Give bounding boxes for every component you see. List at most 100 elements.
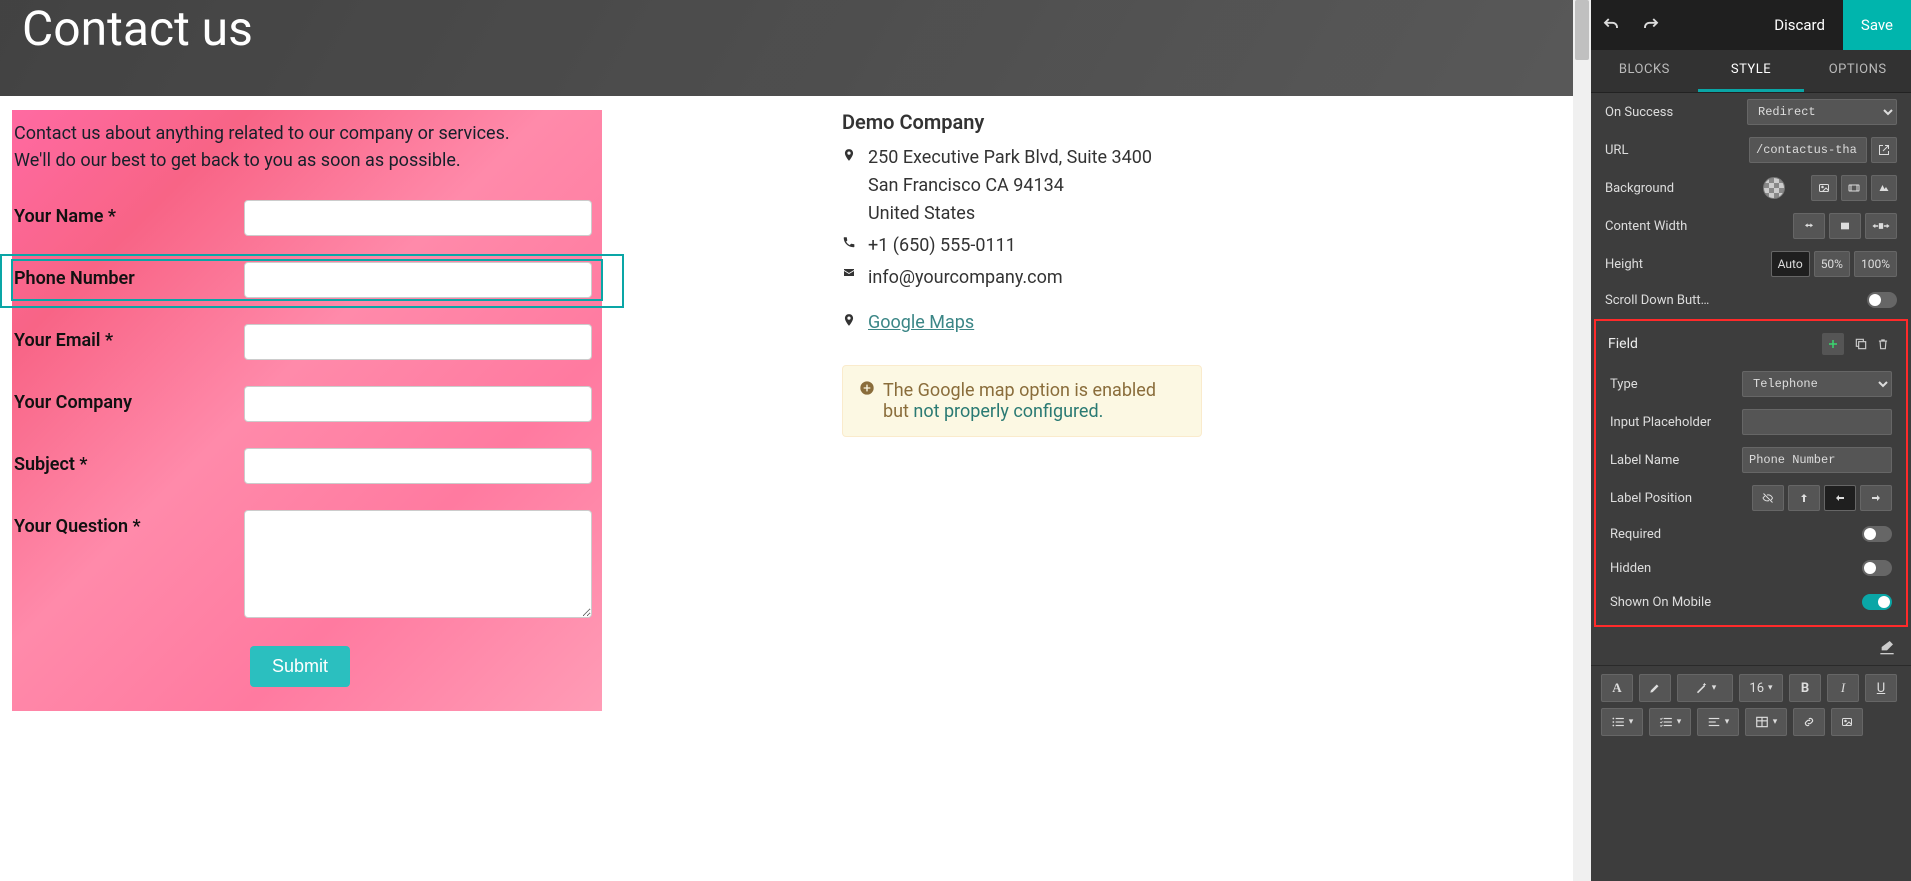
delete-field-button[interactable] xyxy=(1872,333,1894,355)
highlight-button[interactable] xyxy=(1639,674,1671,702)
form-field-input[interactable] xyxy=(244,200,592,236)
height-50-button[interactable]: 50% xyxy=(1814,251,1850,277)
phone-icon xyxy=(842,235,864,249)
page-title: Contact us xyxy=(22,0,253,57)
tab-style[interactable]: STYLE xyxy=(1698,50,1805,92)
table-button[interactable]: ▾ xyxy=(1745,708,1787,736)
shown-mobile-label: Shown On Mobile xyxy=(1610,595,1862,610)
form-field-label: Your Question * xyxy=(14,510,244,537)
align-button[interactable]: ▾ xyxy=(1697,708,1739,736)
map-marker-icon xyxy=(842,312,864,328)
address-line-3: United States xyxy=(868,200,1202,228)
width-normal-button[interactable] xyxy=(1829,213,1861,239)
editor-tabs: BLOCKS STYLE OPTIONS xyxy=(1591,50,1911,93)
form-field-label: Your Name * xyxy=(14,200,244,227)
height-100-button[interactable]: 100% xyxy=(1854,251,1897,277)
label-pos-top-button[interactable] xyxy=(1788,485,1820,511)
on-success-label: On Success xyxy=(1605,105,1747,120)
font-size-select[interactable]: 16▾ xyxy=(1739,674,1783,702)
label-name-label: Label Name xyxy=(1610,453,1742,468)
background-label: Background xyxy=(1605,181,1763,196)
label-pos-right-button[interactable] xyxy=(1860,485,1892,511)
font-color-button[interactable]: A xyxy=(1601,674,1633,702)
rich-text-toolbar: A ▾ 16▾ B I U ▾ xyxy=(1591,665,1911,750)
company-name: Demo Company xyxy=(842,110,1202,134)
form-field-input[interactable] xyxy=(244,324,592,360)
field-section: Field Type Telephone xyxy=(1594,319,1908,627)
clear-style-button[interactable] xyxy=(1875,635,1899,659)
envelope-icon xyxy=(842,267,864,279)
scroll-down-label: Scroll Down Butt… xyxy=(1605,293,1867,308)
background-shape-button[interactable] xyxy=(1871,175,1897,201)
tab-blocks[interactable]: BLOCKS xyxy=(1591,50,1698,92)
field-type-select[interactable]: Telephone xyxy=(1742,371,1892,397)
add-field-button[interactable] xyxy=(1822,333,1844,355)
url-input[interactable] xyxy=(1749,137,1867,163)
form-field[interactable]: Your Name * xyxy=(12,198,602,238)
list-ul-button[interactable]: ▾ xyxy=(1601,708,1643,736)
form-field-input[interactable] xyxy=(244,510,592,618)
placeholder-input[interactable] xyxy=(1742,409,1892,435)
company-email: info@yourcompany.com xyxy=(868,264,1202,292)
canvas-scrollbar[interactable] xyxy=(1573,0,1591,881)
editor-sidebar: Discard Save BLOCKS STYLE OPTIONS On Suc… xyxy=(1591,0,1911,881)
submit-button[interactable]: Submit xyxy=(250,646,350,687)
placeholder-label: Input Placeholder xyxy=(1610,415,1742,430)
list-check-button[interactable]: ▾ xyxy=(1649,708,1691,736)
form-field[interactable]: Phone Number xyxy=(12,260,602,300)
background-color-chip[interactable] xyxy=(1763,177,1785,199)
form-field-label: Subject * xyxy=(14,448,244,475)
url-label: URL xyxy=(1605,143,1749,158)
form-field[interactable]: Your Question * xyxy=(12,508,602,624)
form-field[interactable]: Subject * xyxy=(12,446,602,486)
contact-form-block[interactable]: Contact us about anything related to our… xyxy=(12,110,602,711)
height-auto-button[interactable]: Auto xyxy=(1771,251,1810,277)
save-button[interactable]: Save xyxy=(1843,0,1911,50)
form-field-label: Phone Number xyxy=(14,262,244,289)
external-link-icon[interactable] xyxy=(1871,137,1897,163)
company-phone: +1 (650) 555-0111 xyxy=(868,232,1202,260)
on-success-select[interactable]: Redirect xyxy=(1747,99,1897,125)
content-width-label: Content Width xyxy=(1605,219,1793,234)
width-full-button[interactable] xyxy=(1865,213,1897,239)
duplicate-field-button[interactable] xyxy=(1850,333,1872,355)
height-label: Height xyxy=(1605,257,1771,272)
background-image-button[interactable] xyxy=(1811,175,1837,201)
background-video-button[interactable] xyxy=(1841,175,1867,201)
page-canvas[interactable]: Contact us Contact us about anything rel… xyxy=(0,0,1591,881)
form-field[interactable]: Your Email * xyxy=(12,322,602,362)
link-button[interactable] xyxy=(1793,708,1825,736)
google-maps-link[interactable]: Google Maps xyxy=(868,309,1202,337)
shown-mobile-toggle[interactable] xyxy=(1862,594,1892,610)
bold-button[interactable]: B xyxy=(1789,674,1821,702)
style-panel[interactable]: On Success Redirect URL Background xyxy=(1591,93,1911,881)
form-intro: Contact us about anything related to our… xyxy=(12,120,602,198)
redo-button[interactable] xyxy=(1631,0,1671,50)
form-field[interactable]: Your Company xyxy=(12,384,602,424)
scroll-down-toggle[interactable] xyxy=(1867,292,1897,308)
label-position-label: Label Position xyxy=(1610,491,1752,506)
width-narrow-button[interactable] xyxy=(1793,213,1825,239)
hero-section: Contact us xyxy=(0,0,1591,96)
underline-button[interactable]: U xyxy=(1865,674,1897,702)
image-button[interactable] xyxy=(1831,708,1863,736)
label-pos-left-button[interactable] xyxy=(1824,485,1856,511)
hidden-label: Hidden xyxy=(1610,561,1862,576)
form-field-input[interactable] xyxy=(244,262,592,298)
italic-button[interactable]: I xyxy=(1827,674,1859,702)
form-field-input[interactable] xyxy=(244,386,592,422)
form-field-input[interactable] xyxy=(244,448,592,484)
discard-button[interactable]: Discard xyxy=(1756,0,1843,50)
address-line-1: 250 Executive Park Blvd, Suite 3400 xyxy=(868,144,1202,172)
address-line-2: San Francisco CA 94134 xyxy=(868,172,1202,200)
map-config-link[interactable]: not properly configured. xyxy=(913,401,1103,422)
hidden-toggle[interactable] xyxy=(1862,560,1892,576)
tab-options[interactable]: OPTIONS xyxy=(1804,50,1911,92)
undo-button[interactable] xyxy=(1591,0,1631,50)
label-pos-hidden-button[interactable] xyxy=(1752,485,1784,511)
label-name-input[interactable] xyxy=(1742,447,1892,473)
required-toggle[interactable] xyxy=(1862,526,1892,542)
magic-button[interactable]: ▾ xyxy=(1677,674,1733,702)
map-marker-icon xyxy=(842,147,864,163)
company-info: Demo Company 250 Executive Park Blvd, Su… xyxy=(842,110,1202,437)
